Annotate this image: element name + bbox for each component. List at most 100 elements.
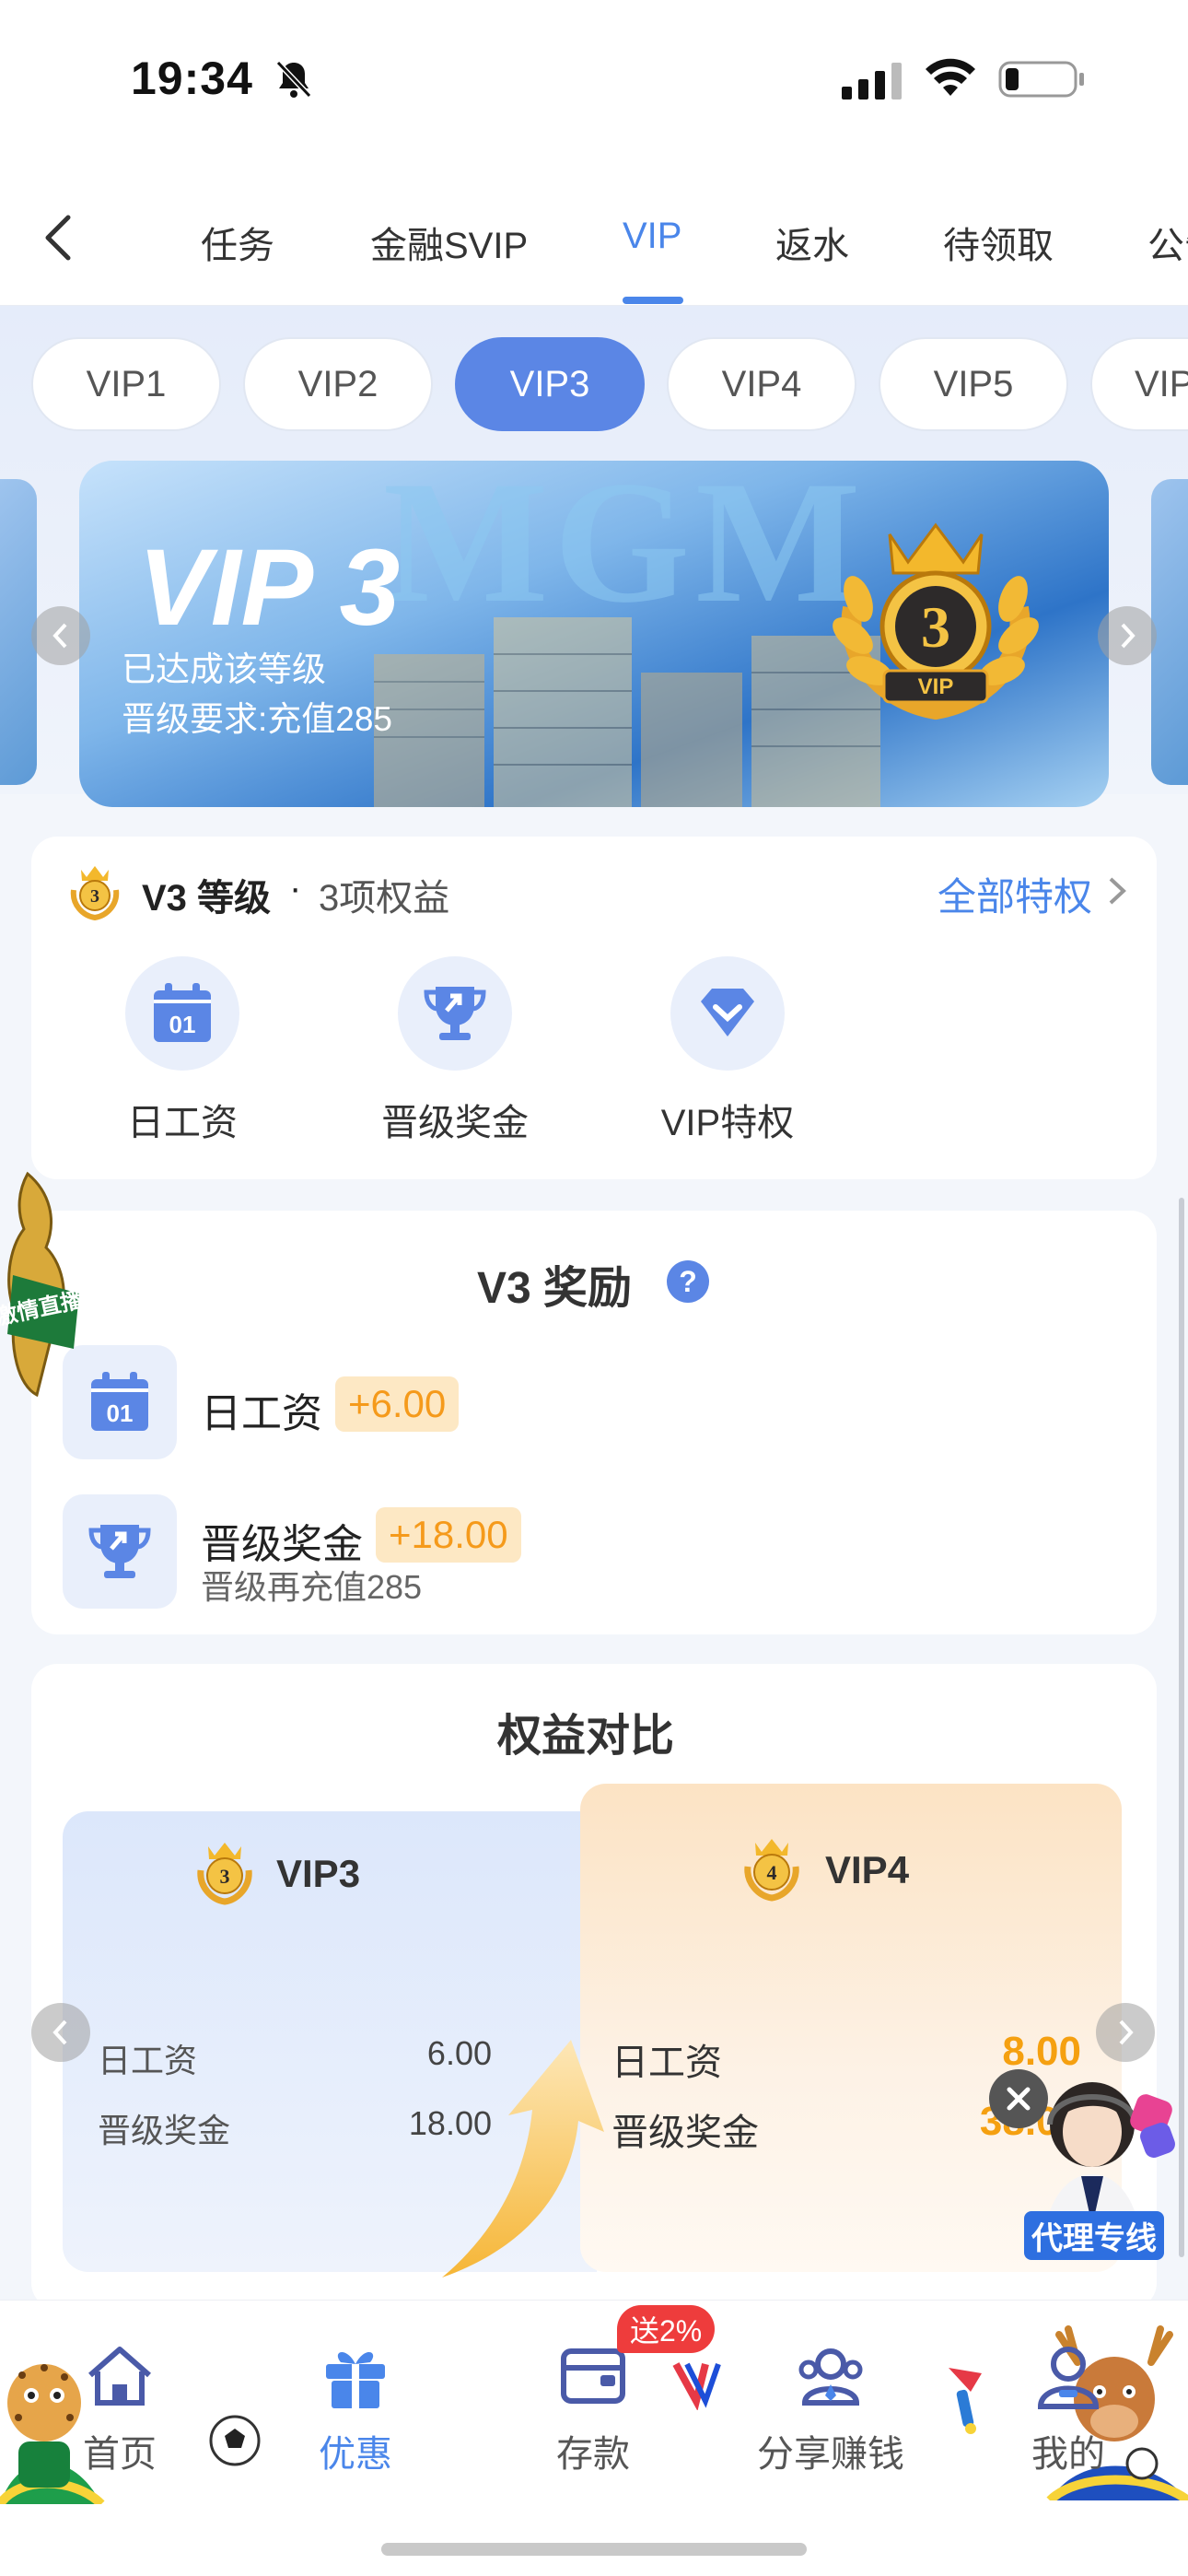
vip-banner: MGM VIP 3 已达成该等级 晋级要求:充值285 3 VIP <box>79 461 1109 807</box>
reward-sub-requirement: 晋级再充值285 <box>201 1568 423 1606</box>
vip3-crown-badge: 3 VIP <box>833 522 1039 720</box>
banner-status: 已达成该等级 <box>122 650 326 688</box>
gift-icon <box>326 2351 385 2408</box>
status-bar: 19:34 <box>0 0 1188 166</box>
tab-rebate[interactable]: 返水 <box>775 216 849 269</box>
benefit-vip-privilege[interactable]: VIP特权 <box>626 956 829 1146</box>
tab-finance-svip[interactable]: 金融SVIP <box>370 216 528 269</box>
reward-trophy-tile <box>63 1494 177 1609</box>
banner-title: VIP 3 <box>138 527 401 649</box>
tab-label: 首页 <box>83 2434 157 2475</box>
tab-label: 我的 <box>1031 2434 1105 2475</box>
home-icon <box>88 2347 151 2406</box>
v3-badge-icon: 3 <box>70 866 120 921</box>
tab-label: 分享赚钱 <box>757 2434 904 2475</box>
trophy-icon <box>88 1525 151 1578</box>
benefit-label: 日工资 <box>127 1103 238 1143</box>
help-icon[interactable]: ? <box>665 1259 711 1305</box>
agent-close-button[interactable] <box>989 2069 1048 2128</box>
tab-profile[interactable]: 我的 <box>976 2342 1160 2477</box>
rewards-title: V3 奖励 <box>477 1264 633 1313</box>
tab-announcement[interactable]: 公告 <box>1147 216 1188 269</box>
compare-next-button[interactable] <box>1096 2003 1155 2062</box>
level-benefit-count: 3项权益 <box>319 878 450 919</box>
reward-amount-daily-salary: +6.00 <box>335 1376 460 1432</box>
level-pill-vip4[interactable]: VIP4 <box>667 337 856 431</box>
benefit-daily-salary[interactable]: 01 日工资 <box>81 956 284 1146</box>
benefit-label: 晋级奖金 <box>381 1103 529 1143</box>
compare-next-level: VIP4 <box>825 1848 910 1891</box>
upgrade-arrow-icon <box>442 2040 604 2277</box>
tab-pending[interactable]: 待领取 <box>943 216 1054 269</box>
tab-vip[interactable]: VIP <box>623 216 681 257</box>
bell-off-icon <box>275 60 312 99</box>
compare-next-label-salary: 日工资 <box>611 2043 722 2083</box>
svg-text:3: 3 <box>220 1865 230 1888</box>
chevron-left-icon <box>52 2020 67 2045</box>
compare-current-level: VIP3 <box>276 1852 361 1895</box>
wifi-icon <box>926 58 975 96</box>
all-privileges-link[interactable]: 全部特权 <box>938 866 1092 922</box>
top-nav: 任务 金融SVIP VIP 返水 待领取 公告 <box>0 166 1188 306</box>
svg-text:?: ? <box>679 1265 697 1298</box>
chevron-left-icon <box>52 623 67 649</box>
banner-prev-button[interactable] <box>31 606 90 665</box>
scrollbar[interactable] <box>1179 1198 1184 2257</box>
signal-icon <box>842 63 902 100</box>
user-icon <box>1037 2347 1100 2409</box>
trophy-icon <box>424 987 486 1040</box>
reward-label-daily-salary: 日工资 <box>201 1391 322 1436</box>
calendar-icon: 01 <box>154 983 211 1042</box>
compare-current-label-salary: 日工资 <box>98 2042 198 2079</box>
level-pill-vip2[interactable]: VIP2 <box>243 337 433 431</box>
vip4-badge-icon: 4 <box>744 1839 799 1902</box>
svg-text:01: 01 <box>169 1011 196 1038</box>
chevron-right-icon <box>1109 877 1126 905</box>
tab-deposit[interactable]: 存款 <box>501 2342 685 2477</box>
reward-amount-promotion-bonus: +18.00 <box>376 1507 521 1563</box>
v3-rewards-card: V3 奖励 ? 01 日工资 +6.00 晋级奖金 +18.00 晋级再充值28… <box>31 1211 1157 1634</box>
compare-prev-button[interactable] <box>31 2003 90 2062</box>
badge-number: 3 <box>921 594 950 660</box>
live-stream-float[interactable]: 激情直播 <box>0 1165 83 1423</box>
tab-task[interactable]: 任务 <box>201 216 274 269</box>
status-time: 19:34 <box>131 53 253 104</box>
badge-text: VIP <box>918 674 954 699</box>
battery-icon <box>998 61 1084 98</box>
level-title-separator: · <box>289 868 302 908</box>
level-benefits-card: 3 V3 等级 · 3项权益 全部特权 01 日工资 晋级奖金 VIP特权 <box>31 837 1157 1179</box>
svg-text:01: 01 <box>107 1399 134 1427</box>
tab-share-earn[interactable]: 分享赚钱 <box>739 2342 923 2477</box>
tab-promotions[interactable]: 优惠 <box>263 2342 448 2477</box>
tab-home[interactable]: 首页 <box>28 2342 212 2477</box>
level-pill-vip3[interactable]: VIP3 <box>455 337 645 431</box>
back-arrow-icon[interactable] <box>37 210 81 265</box>
close-icon <box>1007 2087 1031 2111</box>
level-pill-vip1[interactable]: VIP1 <box>31 337 221 431</box>
tab-label: 存款 <box>556 2434 630 2475</box>
level-pill-vip5[interactable]: VIP5 <box>879 337 1068 431</box>
share-icon <box>798 2348 863 2406</box>
level-title: V3 等级 <box>142 878 272 919</box>
football-icon <box>209 2415 261 2466</box>
tab-label: 优惠 <box>319 2434 392 2475</box>
banner-next-button[interactable] <box>1098 606 1157 665</box>
agent-label: 代理专线 <box>1024 2211 1164 2260</box>
svg-text:4: 4 <box>767 1861 777 1884</box>
calendar-icon: 01 <box>91 1372 148 1431</box>
level-pill-vip6[interactable]: VIP6 <box>1090 337 1188 431</box>
comparison-title: 权益对比 <box>497 1712 675 1761</box>
banner-requirement: 晋级要求:充值285 <box>122 700 393 738</box>
vip3-badge-icon: 3 <box>197 1843 252 1905</box>
deposit-bonus-badge: 送2% <box>617 2305 716 2353</box>
compare-next-label-bonus: 晋级奖金 <box>611 2113 759 2153</box>
diamond-icon <box>701 989 754 1036</box>
banner-next-peek <box>1151 479 1188 785</box>
chevron-right-icon <box>1119 2020 1134 2045</box>
chevron-right-icon <box>1121 623 1136 649</box>
benefit-promotion-bonus[interactable]: 晋级奖金 <box>354 956 556 1146</box>
home-indicator <box>381 2543 807 2556</box>
svg-text:3: 3 <box>90 886 99 907</box>
tab-indicator <box>623 297 683 304</box>
compare-current-label-bonus: 晋级奖金 <box>98 2112 231 2149</box>
